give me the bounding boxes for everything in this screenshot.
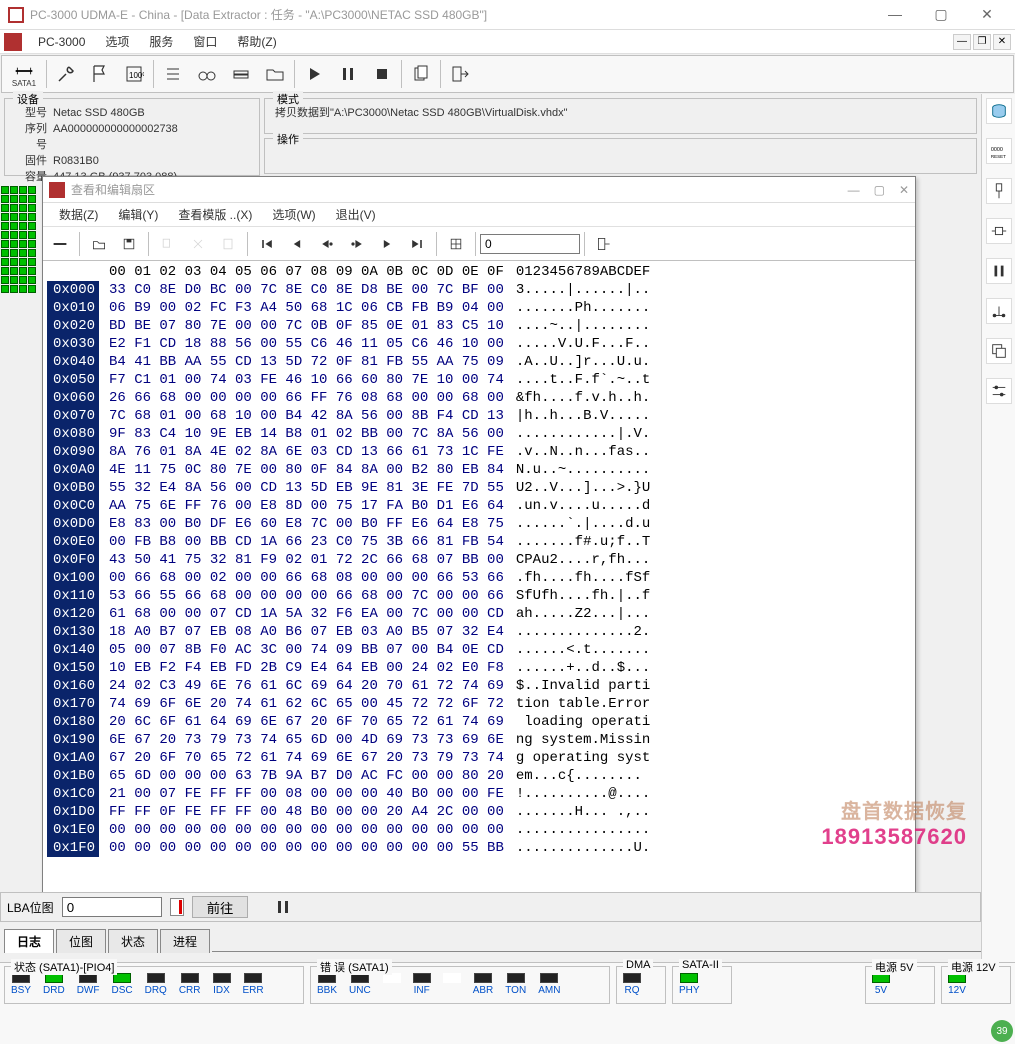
stack-icon[interactable] — [224, 58, 258, 90]
tab-2[interactable]: 状态 — [108, 929, 158, 953]
sata-port-button[interactable]: SATA1 — [4, 58, 44, 90]
close-button[interactable]: ✕ — [973, 6, 1001, 23]
minimize-button[interactable]: — — [881, 6, 909, 23]
bottom-tabs: 日志位图状态进程 — [0, 926, 981, 952]
outer-titlebar: PC-3000 UDMA-E - China - [Data Extractor… — [0, 0, 1015, 30]
chip-icon[interactable] — [986, 218, 1012, 244]
bus-icon[interactable] — [986, 298, 1012, 324]
hex-next-icon[interactable] — [372, 230, 402, 258]
hex-menu-template[interactable]: 查看模版 ..(X) — [168, 206, 262, 223]
hex-last-icon[interactable] — [402, 230, 432, 258]
hex-toolbar — [43, 227, 915, 261]
lba-input[interactable] — [62, 897, 162, 917]
watermark: 盘首数据恢复 18913587620 — [821, 795, 967, 850]
app-label[interactable]: PC-3000 — [28, 35, 95, 49]
menu-service[interactable]: 服务 — [139, 33, 183, 50]
hex-menu-edit[interactable]: 编辑(Y) — [108, 206, 168, 223]
power12-group: 电源 12V 12V — [941, 966, 1011, 1004]
hex-menu-options[interactable]: 选项(W) — [262, 206, 325, 223]
badge-counter: 39 — [991, 1020, 1013, 1042]
percent-icon[interactable]: 100% — [117, 58, 151, 90]
hex-exit-icon[interactable] — [589, 230, 619, 258]
hex-save-icon[interactable] — [114, 230, 144, 258]
power5-group: 电源 5V 5V — [865, 966, 935, 1004]
child-restore[interactable]: ❐ — [973, 34, 991, 50]
flag-icon[interactable] — [83, 58, 117, 90]
right-sidebar: 0000RESET — [981, 94, 1015, 964]
hex-editor-window: 查看和编辑扇区 — ▢ ✕ 数据(Z) 编辑(Y) 查看模版 ..(X) 选项(… — [42, 176, 916, 916]
plug-icon[interactable] — [986, 178, 1012, 204]
hex-menu-data[interactable]: 数据(Z) — [49, 206, 108, 223]
settings-icon[interactable] — [986, 378, 1012, 404]
error-group: 错 误 (SATA1) BBKUNCINFABRTONAMN — [310, 966, 610, 1004]
hex-maximize[interactable]: ▢ — [874, 183, 885, 197]
hex-close[interactable]: ✕ — [899, 183, 909, 197]
child-close[interactable]: ✕ — [993, 34, 1011, 50]
tab-0[interactable]: 日志 — [4, 929, 54, 953]
mode-value: 拷贝数据到"A:\PC3000\Netac SSD 480GB\VirtualD… — [275, 105, 568, 121]
hex-open-icon[interactable] — [84, 230, 114, 258]
pause-side-icon[interactable] — [986, 258, 1012, 284]
lba-label: LBA位图 — [7, 899, 54, 916]
disk-icon[interactable] — [986, 98, 1012, 124]
hex-paste-icon[interactable] — [213, 230, 243, 258]
hex-cut-icon[interactable] — [183, 230, 213, 258]
lba-go-button[interactable]: 前往 — [192, 896, 249, 918]
hex-minimize[interactable]: — — [848, 183, 860, 197]
main-toolbar: SATA1 100% — [1, 55, 1014, 93]
outer-menubar: PC-3000 选项 服务 窗口 帮助(Z) — ❐ ✕ — [0, 30, 1015, 54]
hex-first-icon[interactable] — [252, 230, 282, 258]
list-icon[interactable] — [156, 58, 190, 90]
sector-map-indicator — [0, 186, 38, 294]
sata2-group: SATA-II PHY — [672, 966, 732, 1004]
tab-3[interactable]: 进程 — [160, 929, 210, 953]
copy-icon[interactable] — [404, 58, 438, 90]
hex-prev-icon[interactable] — [282, 230, 312, 258]
exit-icon[interactable] — [443, 58, 477, 90]
menu-window[interactable]: 窗口 — [183, 33, 227, 50]
hex-goto-input[interactable] — [480, 234, 580, 254]
tools-icon[interactable] — [49, 58, 83, 90]
hex-connector-icon[interactable] — [45, 230, 75, 258]
window-icon[interactable] — [986, 338, 1012, 364]
hex-copy-icon[interactable] — [153, 230, 183, 258]
lba-pause-icon[interactable] — [276, 900, 290, 914]
svg-text:100%: 100% — [129, 71, 144, 80]
pause-icon[interactable] — [331, 58, 365, 90]
hex-titlebar: 查看和编辑扇区 — ▢ ✕ — [43, 177, 915, 203]
hex-menu-exit[interactable]: 退出(V) — [326, 206, 386, 223]
play-icon[interactable] — [297, 58, 331, 90]
hex-window-title: 查看和编辑扇区 — [71, 181, 155, 198]
child-minimize[interactable]: — — [953, 34, 971, 50]
state-group: 状态 (SATA1)-[PIO4] BSYDRDDWFDSCDRQCRRIDXE… — [4, 966, 304, 1004]
maximize-button[interactable]: ▢ — [927, 6, 955, 23]
svg-text:RESET: RESET — [990, 154, 1005, 159]
status-strip: 状态 (SATA1)-[PIO4] BSYDRDDWFDSCDRQCRRIDXE… — [0, 962, 1015, 1044]
tab-1[interactable]: 位图 — [56, 929, 106, 953]
device-groupbox: 设备 型号Netac SSD 480GB序列号AA000000000000002… — [4, 98, 260, 176]
menu-options[interactable]: 选项 — [95, 33, 139, 50]
lba-end-marker[interactable] — [170, 898, 184, 916]
menu-help[interactable]: 帮助(Z) — [227, 33, 286, 50]
hex-dump-area[interactable]: 0x0000x0100x0200x0300x0400x0500x0600x070… — [43, 261, 915, 893]
app-icon — [8, 7, 24, 23]
hex-menubar: 数据(Z) 编辑(Y) 查看模版 ..(X) 选项(W) 退出(V) — [43, 203, 915, 227]
stop-icon[interactable] — [365, 58, 399, 90]
hex-app-icon — [49, 182, 65, 198]
folder-open-icon[interactable] — [258, 58, 292, 90]
lba-bar: LBA位图 前往 — [0, 892, 981, 922]
action-groupbox: 操作 — [264, 138, 977, 174]
mode-groupbox: 模式 拷贝数据到"A:\PC3000\Netac SSD 480GB\Virtu… — [264, 98, 977, 134]
workarea: 设备 型号Netac SSD 480GB序列号AA000000000000002… — [0, 94, 981, 964]
window-title: PC-3000 UDMA-E - China - [Data Extractor… — [30, 6, 881, 23]
binoculars-icon[interactable] — [190, 58, 224, 90]
reset-icon[interactable]: 0000RESET — [986, 138, 1012, 164]
app-icon-small — [4, 33, 22, 51]
hex-next-mark-icon[interactable] — [342, 230, 372, 258]
hex-grid-icon[interactable] — [441, 230, 471, 258]
dma-group: DMA RQ — [616, 966, 666, 1004]
svg-text:0000: 0000 — [990, 147, 1002, 153]
hex-prev-mark-icon[interactable] — [312, 230, 342, 258]
